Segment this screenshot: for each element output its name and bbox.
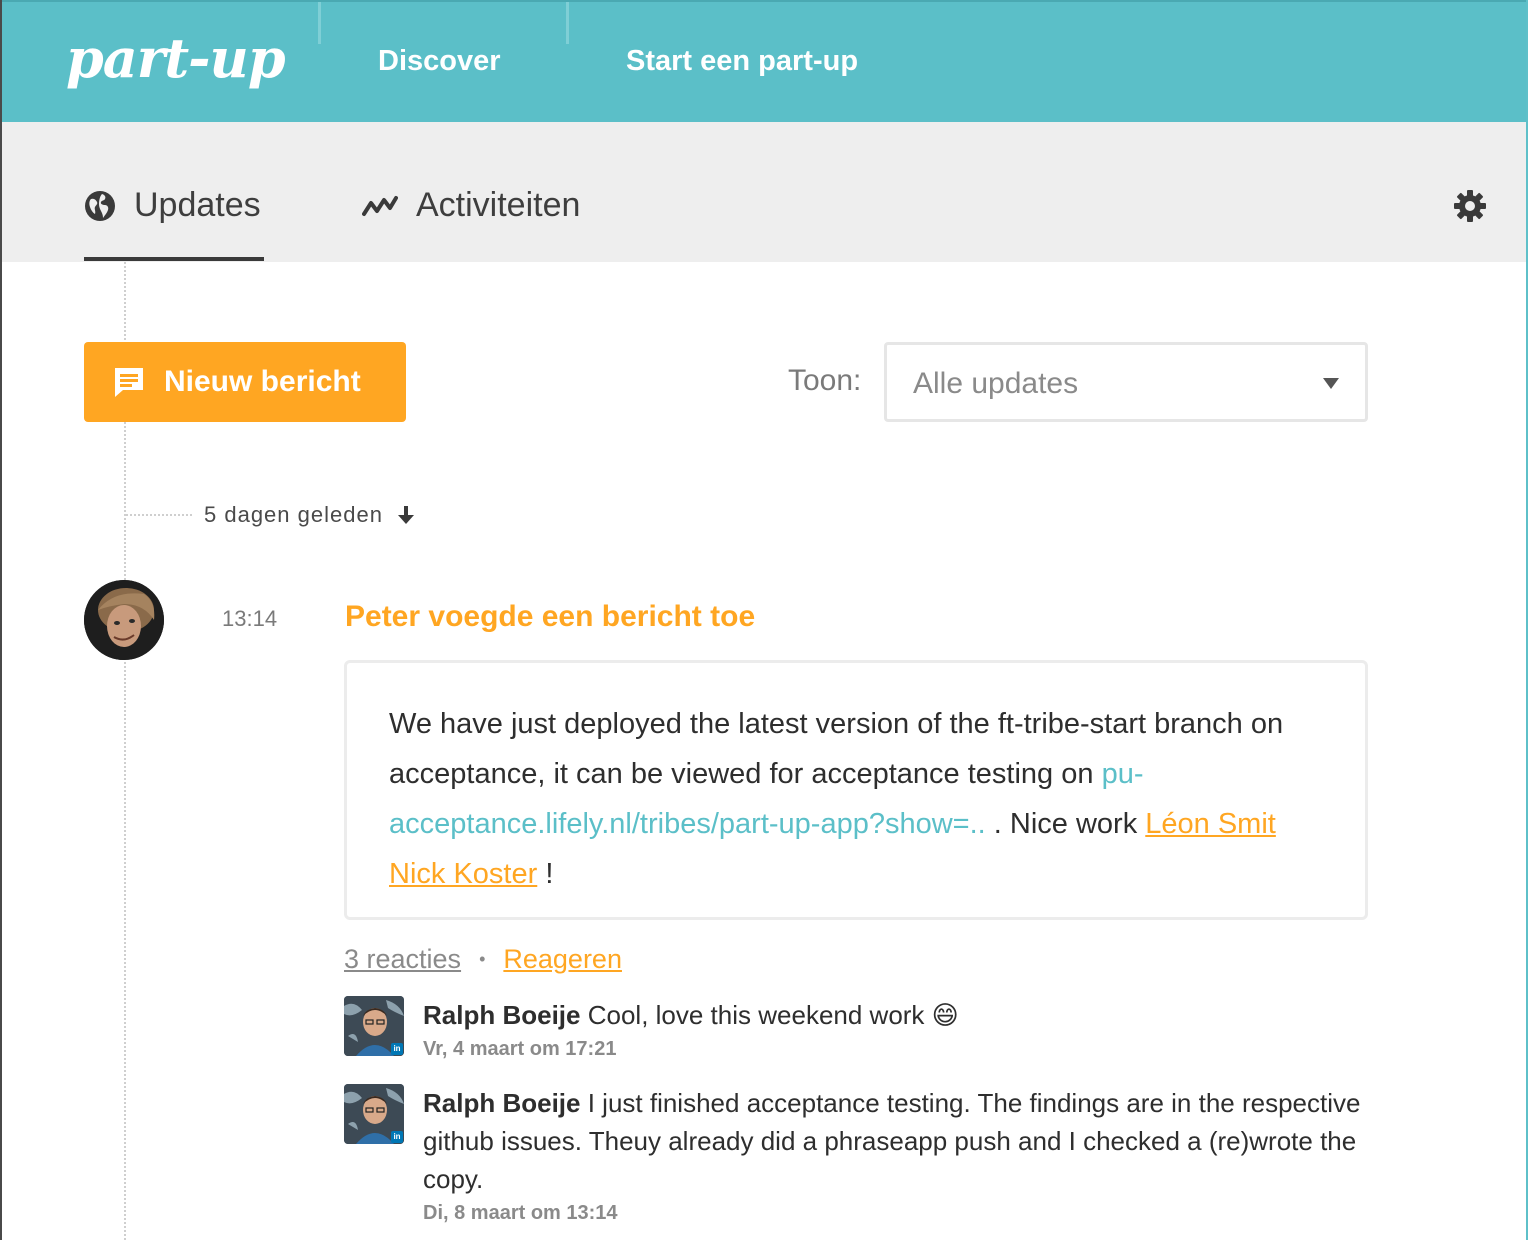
app-frame: part-up Discover Start een part-up Updat… — [0, 0, 1528, 1240]
post-actions: 3 reacties • Reageren — [344, 944, 622, 975]
avatar[interactable]: in — [344, 996, 404, 1056]
logo[interactable]: part-up — [66, 26, 286, 90]
date-marker[interactable]: 5 dagen geleden — [204, 502, 415, 528]
linkedin-icon: in — [391, 1043, 403, 1055]
post-text: . Nice work — [993, 808, 1138, 840]
tab-updates[interactable]: Updates — [84, 186, 261, 225]
comment-timestamp: Di, 8 maart om 13:14 — [423, 1202, 618, 1224]
gear-icon[interactable] — [1452, 188, 1488, 229]
comment-author[interactable]: Ralph Boeije — [423, 1088, 580, 1118]
post-body: We have just deployed the latest version… — [344, 660, 1368, 920]
filter-label: Toon: — [788, 364, 862, 397]
arrow-down-icon — [397, 504, 415, 526]
avatar[interactable]: in — [344, 1084, 404, 1144]
filter-select[interactable]: Alle updates — [884, 342, 1368, 422]
tab-activiteiten-label: Activiteiten — [416, 186, 581, 224]
chevron-down-icon — [1323, 378, 1339, 389]
active-tab-indicator — [84, 257, 264, 261]
comment-author[interactable]: Ralph Boeije — [423, 1000, 580, 1030]
nav-divider — [318, 2, 321, 44]
new-message-button[interactable]: Nieuw bericht — [84, 342, 406, 422]
comment-text: Cool, love this weekend work 😄 — [587, 1000, 959, 1030]
nav-divider — [566, 2, 569, 44]
date-marker-label: 5 dagen geleden — [204, 502, 383, 527]
post-title[interactable]: Peter voegde een bericht toe — [345, 600, 755, 634]
mention-link[interactable]: Léon Smit — [1145, 808, 1276, 840]
post-text: We have just deployed the latest version… — [389, 708, 1284, 790]
avatar[interactable] — [84, 580, 164, 660]
separator-dot: • — [479, 949, 486, 969]
filter-select-value: Alle updates — [913, 367, 1079, 400]
linkedin-icon: in — [391, 1131, 403, 1143]
reply-link[interactable]: Reageren — [503, 944, 622, 975]
new-message-label: Nieuw bericht — [164, 365, 361, 398]
post-text: ! — [545, 858, 554, 890]
nav-start-partup-link[interactable]: Start een part-up — [626, 45, 858, 78]
globe-icon — [84, 190, 116, 222]
comment-body: Ralph Boeije I just finished acceptance … — [423, 1084, 1383, 1228]
reactions-link[interactable]: 3 reacties — [344, 944, 461, 975]
activity-icon — [362, 194, 398, 218]
tab-updates-label: Updates — [134, 186, 261, 224]
post-time: 13:14 — [222, 606, 278, 631]
message-icon — [112, 365, 146, 399]
comment-timestamp: Vr, 4 maart om 17:21 — [423, 1038, 617, 1060]
date-connector — [126, 514, 192, 516]
top-navbar: part-up Discover Start een part-up — [2, 0, 1526, 122]
nav-discover-link[interactable]: Discover — [378, 45, 501, 78]
tab-activiteiten[interactable]: Activiteiten — [362, 186, 580, 225]
comment-body: Ralph Boeije Cool, love this weekend wor… — [423, 996, 1383, 1064]
mention-link[interactable]: Nick Koster — [389, 858, 537, 890]
